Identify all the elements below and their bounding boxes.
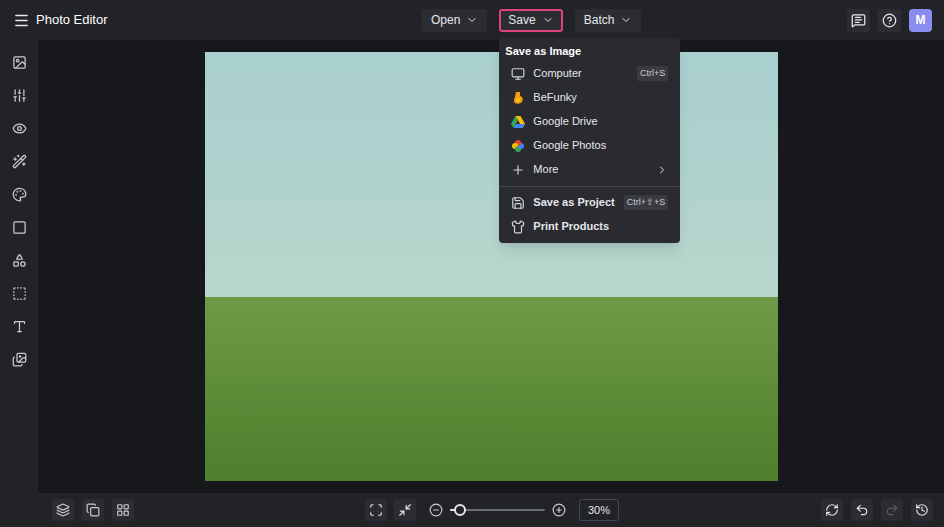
wand-icon[interactable] [12, 154, 27, 169]
shirt-icon [511, 220, 525, 234]
fit-button[interactable] [365, 499, 387, 521]
menu-section: Save as ProjectCtrl+⇧+SPrint Products [499, 186, 680, 239]
google-photos-icon [511, 139, 525, 153]
menu-item[interactable]: Google Photos [499, 134, 680, 158]
chevron-down-icon [620, 14, 632, 26]
copy-icon [86, 503, 100, 517]
top-menu-button[interactable]: Save [499, 9, 562, 32]
layers-icon [56, 503, 70, 517]
top-menu: OpenSaveSave as ImageComputerCtrl+SBeFun… [422, 9, 641, 32]
bottom-tool[interactable] [112, 499, 134, 521]
bottom-tool[interactable] [82, 499, 104, 521]
undo-icon [855, 503, 869, 517]
zoom-slider-knob[interactable] [454, 504, 466, 516]
redo-icon [885, 503, 899, 517]
fit-icon [369, 503, 383, 517]
menu-item[interactable]: BeFunky [499, 86, 680, 110]
menu-item[interactable]: Print Products [499, 215, 680, 239]
shortcut-badge: Ctrl+S [637, 66, 668, 82]
canvas [38, 40, 944, 493]
app: Photo Editor Open Save Save as ImageCompute… [0, 0, 944, 527]
save-menu: Save as ImageComputerCtrl+SBeFunkyGoogle… [499, 38, 680, 243]
menu-section: Save as ImageComputerCtrl+SBeFunkyGoogle… [499, 42, 680, 182]
top-menu-button[interactable]: Batch [575, 9, 642, 32]
menu-header: Save as Image [499, 42, 680, 62]
top-menu-button[interactable]: Open [422, 9, 487, 32]
images-icon[interactable] [12, 352, 27, 367]
google-drive-icon [511, 115, 525, 129]
bottom-bar: 30% [0, 493, 944, 527]
save-project-icon [511, 196, 525, 210]
history-icon [915, 503, 929, 517]
help-icon [882, 13, 897, 28]
avatar[interactable]: M [909, 9, 932, 32]
message-icon [851, 13, 866, 28]
zoom-in-icon[interactable] [552, 503, 566, 517]
menu-item[interactable]: More [499, 158, 680, 182]
text-icon[interactable] [12, 319, 27, 334]
redo-button [881, 499, 903, 521]
actual-size-button[interactable] [394, 499, 416, 521]
help-button[interactable] [878, 9, 901, 32]
chevron-right-icon [656, 164, 668, 176]
chevron-down-icon [466, 14, 478, 26]
zoom-reading[interactable]: 30% [579, 499, 619, 521]
menu-item[interactable]: ComputerCtrl+S [499, 62, 680, 86]
bottom-tool[interactable] [52, 499, 74, 521]
befunky-logo-icon [511, 91, 525, 105]
hamburger-icon[interactable] [13, 12, 30, 29]
photo [205, 52, 778, 481]
monitor-icon [511, 67, 525, 81]
menu-item[interactable]: Save as ProjectCtrl+⇧+S [499, 191, 680, 215]
app-title: Photo Editor [36, 10, 108, 30]
top-bar: Photo EditorOpenSaveSave as ImageCompute… [0, 0, 944, 40]
menu-item[interactable]: Google Drive [499, 110, 680, 134]
image-icon[interactable] [12, 55, 27, 70]
feedback-button[interactable] [847, 9, 870, 32]
grid-icon [116, 503, 130, 517]
left-sidebar [0, 40, 38, 493]
shapes-icon[interactable] [12, 253, 27, 268]
frame-icon[interactable] [12, 220, 27, 235]
shrink-icon [398, 503, 412, 517]
palette-icon[interactable] [12, 187, 27, 202]
zoom-slider[interactable] [450, 503, 545, 517]
chevron-down-icon [542, 14, 554, 26]
history-button[interactable] [911, 499, 933, 521]
sliders-icon[interactable] [12, 88, 27, 103]
plus-icon [511, 163, 525, 177]
shortcut-badge: Ctrl+⇧+S [624, 195, 669, 211]
eye-icon[interactable] [12, 121, 27, 136]
reset-button[interactable] [821, 499, 843, 521]
dashed-square-icon[interactable] [12, 286, 27, 301]
undo-button[interactable] [851, 499, 873, 521]
zoom-out-icon[interactable] [429, 503, 443, 517]
refresh-icon [825, 503, 839, 517]
